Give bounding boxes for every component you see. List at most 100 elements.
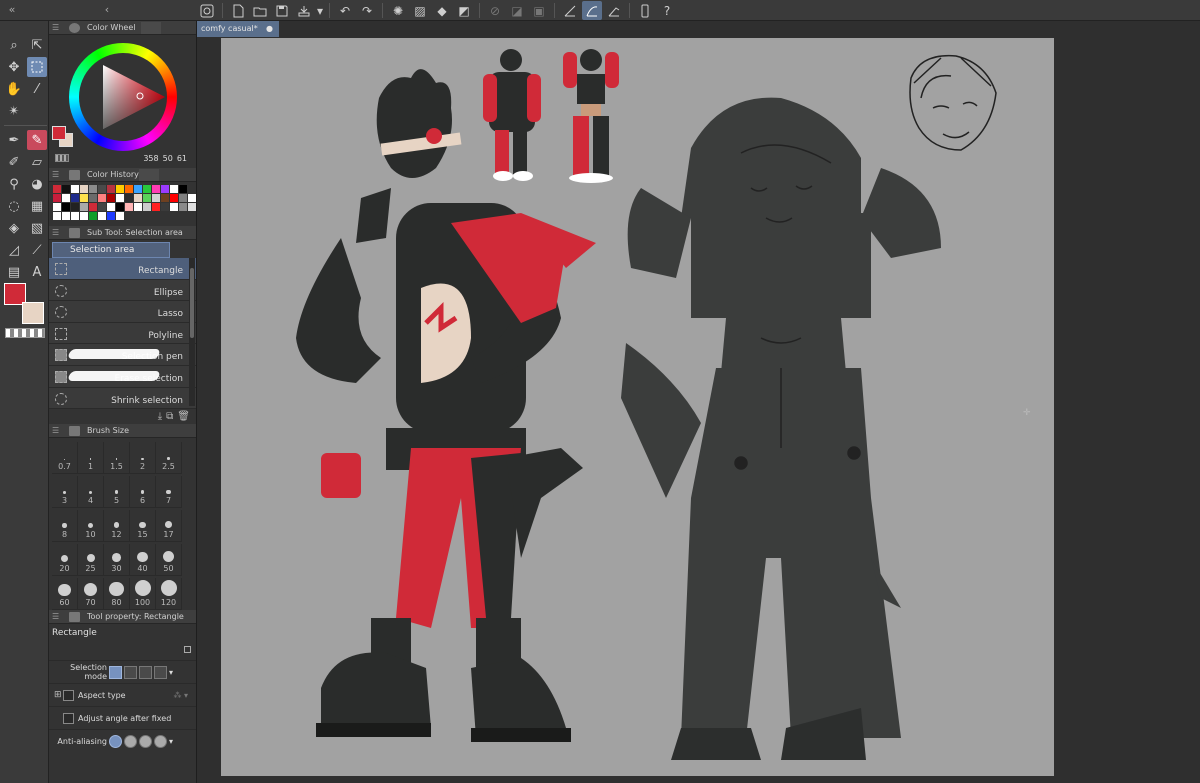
history-swatch[interactable] <box>89 185 97 193</box>
intersect-selection-icon[interactable] <box>154 665 167 679</box>
color-wheel-header[interactable]: ☰ Color Wheel <box>49 21 196 35</box>
aspect-type-checkbox[interactable] <box>63 689 74 701</box>
history-swatch[interactable] <box>116 203 124 211</box>
move-icon[interactable]: ✥ <box>4 57 24 77</box>
history-swatch[interactable] <box>80 185 88 193</box>
brush-size-cell[interactable]: 6 <box>130 476 156 508</box>
history-swatch[interactable] <box>179 194 187 202</box>
history-swatch[interactable] <box>116 212 124 220</box>
grip-icon[interactable]: ☰ <box>52 168 59 182</box>
subtool-lasso[interactable]: Lasso <box>49 301 196 323</box>
history-swatch[interactable] <box>62 185 70 193</box>
history-swatch[interactable] <box>170 185 178 193</box>
history-swatch[interactable] <box>80 194 88 202</box>
history-swatch[interactable] <box>53 185 61 193</box>
brush-size-header[interactable]: ☰ Brush Size <box>49 424 196 438</box>
brush-size-cell[interactable]: 20 <box>52 544 78 576</box>
brush-size-cell[interactable]: 15 <box>130 510 156 542</box>
lock-icon[interactable] <box>184 646 191 653</box>
brush-size-cell[interactable]: 70 <box>78 578 104 610</box>
figure-icon[interactable]: ▦ <box>27 196 47 216</box>
tool-property-header[interactable]: ☰ Tool property: Rectangle <box>49 610 196 624</box>
subtool-rectangle[interactable]: Rectangle <box>49 258 196 280</box>
history-swatch[interactable] <box>107 185 115 193</box>
aa-medium-icon[interactable] <box>139 734 152 748</box>
save-icon[interactable] <box>272 1 292 20</box>
lasso-fill-icon[interactable]: ◌ <box>4 196 24 216</box>
save-subtool-icon[interactable]: ⤓ <box>158 411 162 422</box>
eyedropper-icon[interactable]: ⁄ <box>27 79 47 99</box>
frame-icon[interactable]: ◿ <box>4 240 24 260</box>
sub-color-swatch[interactable] <box>22 302 44 324</box>
brush-size-cell[interactable]: 1.5 <box>104 442 130 474</box>
history-swatch[interactable] <box>125 185 133 193</box>
deselect-icon[interactable]: ⊘ <box>485 1 505 20</box>
saturation-triangle[interactable] <box>99 63 169 131</box>
export-icon[interactable] <box>294 1 314 20</box>
snap-grid-icon[interactable] <box>604 1 624 20</box>
help-icon[interactable]: ? <box>657 1 677 20</box>
history-swatch[interactable] <box>143 203 151 211</box>
new-selection-icon[interactable] <box>109 665 122 679</box>
history-swatch[interactable] <box>188 194 196 202</box>
history-swatch[interactable] <box>143 185 151 193</box>
new-file-icon[interactable] <box>228 1 248 20</box>
history-swatch[interactable] <box>62 203 70 211</box>
fill-icon[interactable]: ◆ <box>432 1 452 20</box>
history-swatch[interactable] <box>134 194 142 202</box>
subtool-selection-pen[interactable]: Selection pen <box>49 344 196 366</box>
airbrush-icon[interactable]: ⚲ <box>4 174 24 194</box>
history-swatch[interactable] <box>71 185 79 193</box>
brush-size-cell[interactable]: 7 <box>156 476 182 508</box>
blend-icon[interactable]: ◕ <box>27 174 47 194</box>
aspect-options-icon[interactable]: ⁂ ▾ <box>173 691 188 700</box>
history-swatch[interactable] <box>161 194 169 202</box>
sub-tool-header[interactable]: ☰ Sub Tool: Selection area <box>49 226 196 240</box>
brush-size-cell[interactable]: 25 <box>78 544 104 576</box>
brush-size-cell[interactable]: 40 <box>130 544 156 576</box>
main-color-small[interactable] <box>52 126 66 140</box>
history-swatch[interactable] <box>98 185 106 193</box>
grip-icon[interactable]: ☰ <box>52 226 59 240</box>
delete-subtool-icon[interactable]: 🗑 <box>177 411 190 422</box>
history-swatch[interactable] <box>179 185 187 193</box>
chevron-down-icon[interactable]: ▾ <box>316 1 324 20</box>
color-history-header[interactable]: ☰ Color History <box>49 168 196 182</box>
history-swatch[interactable] <box>179 203 187 211</box>
history-swatch[interactable] <box>98 203 106 211</box>
subtool-ellipse[interactable]: Ellipse <box>49 279 196 302</box>
brush-size-cell[interactable]: 2.5 <box>156 442 182 474</box>
history-swatch[interactable] <box>188 185 196 193</box>
subtract-selection-icon[interactable] <box>139 665 152 679</box>
history-swatch[interactable] <box>134 185 142 193</box>
color-wheel[interactable]: 358 50 61 <box>49 35 196 168</box>
subtool-polyline[interactable]: Polyline <box>49 322 196 345</box>
loading-icon[interactable]: ✺ <box>388 1 408 20</box>
brush-size-cell[interactable]: 1 <box>78 442 104 474</box>
history-swatch[interactable] <box>80 203 88 211</box>
close-tab-icon[interactable]: ● <box>266 21 273 37</box>
brush-icon[interactable]: ✐ <box>4 152 24 172</box>
brush-size-cell[interactable]: 30 <box>104 544 130 576</box>
history-swatch[interactable] <box>62 212 70 220</box>
history-swatch[interactable] <box>89 194 97 202</box>
history-swatch[interactable] <box>170 203 178 211</box>
ruler-icon[interactable]: ⟋ <box>27 240 47 260</box>
grip-icon[interactable]: ☰ <box>52 21 59 35</box>
fill-icon[interactable]: ◈ <box>4 218 24 238</box>
show-selection-icon[interactable]: ▣ <box>529 1 549 20</box>
history-swatch[interactable] <box>116 194 124 202</box>
history-swatch[interactable] <box>143 194 151 202</box>
balloon-icon[interactable]: ▤ <box>4 262 24 282</box>
clear-icon[interactable]: ▨ <box>410 1 430 20</box>
brush-size-cell[interactable]: 120 <box>156 578 182 610</box>
duplicate-subtool-icon[interactable]: ⧉ <box>166 411 173 422</box>
collapse-right-icon[interactable]: ‹ <box>97 2 117 18</box>
smartphone-icon[interactable] <box>635 1 655 20</box>
brush-size-cell[interactable]: 80 <box>104 578 130 610</box>
expand-icon[interactable]: ⊞ <box>54 690 62 700</box>
drawing-canvas[interactable] <box>221 38 1054 776</box>
snap-ruler-icon[interactable] <box>560 1 580 20</box>
eraser-icon[interactable]: ▱ <box>27 152 47 172</box>
color-history-grid[interactable] <box>49 182 196 226</box>
